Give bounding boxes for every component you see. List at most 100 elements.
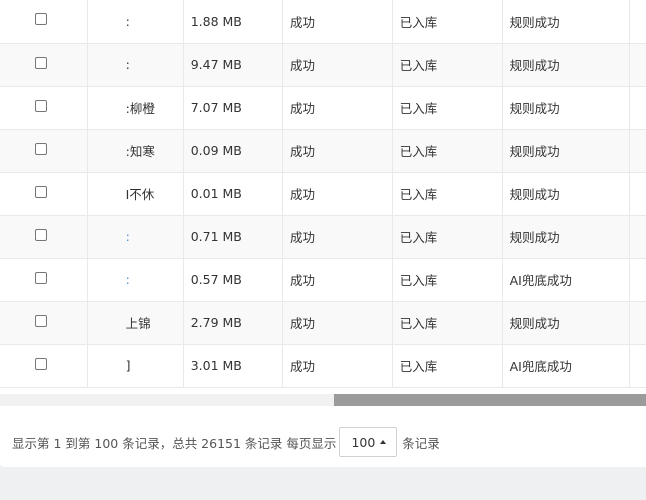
extra-cell <box>629 129 646 173</box>
table-row: : 9.47 MB 成功 已入库 规则成功 <box>0 43 646 87</box>
extra-cell <box>629 0 646 44</box>
file-name: : <box>125 57 130 72</box>
extra-cell <box>629 172 646 216</box>
row-checkbox[interactable] <box>35 357 47 370</box>
rule-cell: AI兜底成功 <box>502 344 631 388</box>
status-cell: 成功 <box>282 172 393 216</box>
rule-cell: 规则成功 <box>502 43 631 87</box>
rule-cell: 规则成功 <box>502 172 631 216</box>
page-size-value: 100 <box>351 434 376 450</box>
file-name: :柳橙 <box>125 101 155 116</box>
row-checkbox[interactable] <box>35 185 47 198</box>
records-table: : 1.88 MB 成功 已入库 规则成功 : 9.47 MB 成功 已入库 规… <box>0 0 646 388</box>
storage-cell: 已入库 <box>392 301 503 345</box>
file-name: : <box>125 13 130 29</box>
name-cell: ] <box>87 344 184 388</box>
storage-cell: 已入库 <box>392 172 503 216</box>
name-cell: 上锦 <box>87 301 184 345</box>
name-cell: : <box>87 43 184 87</box>
name-cell: : <box>87 0 184 44</box>
storage-cell: 已入库 <box>392 215 503 259</box>
row-checkbox[interactable] <box>35 56 47 69</box>
row-checkbox[interactable] <box>35 99 47 112</box>
file-name: : <box>125 229 130 244</box>
storage-cell: 已入库 <box>392 344 503 388</box>
storage-cell: 已入库 <box>392 86 503 130</box>
file-name: ] <box>125 358 131 373</box>
row-checkbox[interactable] <box>35 271 47 284</box>
row-checkbox-cell <box>0 86 88 130</box>
row-checkbox-cell <box>0 129 88 173</box>
status-cell: 成功 <box>282 43 393 87</box>
row-checkbox-cell <box>0 344 88 388</box>
size-cell: 9.47 MB <box>183 43 283 87</box>
extra-cell <box>629 215 646 259</box>
name-cell: : <box>87 215 184 259</box>
per-page-suffix: 条记录 <box>402 435 440 451</box>
row-checkbox[interactable] <box>35 228 47 241</box>
table-row: I不休 0.01 MB 成功 已入库 规则成功 <box>0 172 646 216</box>
scrollbar-thumb[interactable] <box>334 394 646 406</box>
status-cell: 成功 <box>282 344 393 388</box>
page-size-dropdown[interactable]: 100 <box>339 427 398 457</box>
status-cell: 成功 <box>282 215 393 259</box>
file-name: :知寒 <box>125 144 155 159</box>
status-cell: 成功 <box>282 86 393 130</box>
row-checkbox-cell <box>0 0 88 44</box>
rule-cell: 规则成功 <box>502 129 631 173</box>
table-row: 上锦 2.79 MB 成功 已入库 规则成功 <box>0 301 646 345</box>
pagination-bar: 显示第 1 到第 100 条记录，总共 26151 条记录 每页显示 100 条… <box>12 427 440 457</box>
rule-cell: 规则成功 <box>502 86 631 130</box>
per-page-label: 每页显示 <box>286 435 337 451</box>
size-cell: 7.07 MB <box>183 86 283 130</box>
file-name: : <box>125 272 130 287</box>
extra-cell <box>629 344 646 388</box>
status-cell: 成功 <box>282 301 393 345</box>
size-cell: 0.57 MB <box>183 258 283 302</box>
extra-cell <box>629 258 646 302</box>
rule-cell: 规则成功 <box>502 215 631 259</box>
status-cell: 成功 <box>282 0 393 44</box>
table-row: ] 3.01 MB 成功 已入库 AI兜底成功 <box>0 344 646 388</box>
table-row: : 1.88 MB 成功 已入库 规则成功 <box>0 0 646 44</box>
name-cell: I不休 <box>87 172 184 216</box>
status-cell: 成功 <box>282 129 393 173</box>
caret-up-icon <box>380 440 387 444</box>
name-cell: :知寒 <box>87 129 184 173</box>
storage-cell: 已入库 <box>392 258 503 302</box>
row-checkbox-cell <box>0 258 88 302</box>
status-cell: 成功 <box>282 258 393 302</box>
size-cell: 2.79 MB <box>183 301 283 345</box>
rule-cell: 规则成功 <box>502 301 631 345</box>
file-name: 上锦 <box>125 316 151 331</box>
pagination-summary: 显示第 1 到第 100 条记录，总共 26151 条记录 <box>12 435 283 451</box>
size-cell: 0.09 MB <box>183 129 283 173</box>
row-checkbox-cell <box>0 215 88 259</box>
extra-cell <box>629 301 646 345</box>
row-checkbox[interactable] <box>35 142 47 155</box>
size-cell: 0.71 MB <box>183 215 283 259</box>
storage-cell: 已入库 <box>392 129 503 173</box>
size-cell: 3.01 MB <box>183 344 283 388</box>
size-cell: 1.88 MB <box>183 0 283 44</box>
file-name: I不休 <box>125 187 155 202</box>
row-checkbox-cell <box>0 43 88 87</box>
rule-cell: AI兜底成功 <box>502 258 631 302</box>
table-row: : 0.57 MB 成功 已入库 AI兜底成功 <box>0 258 646 302</box>
row-checkbox[interactable] <box>35 13 47 26</box>
table-row: :知寒 0.09 MB 成功 已入库 规则成功 <box>0 129 646 173</box>
name-cell: : <box>87 258 184 302</box>
table-row: : 0.71 MB 成功 已入库 规则成功 <box>0 215 646 259</box>
row-checkbox-cell <box>0 172 88 216</box>
table-scroll-area[interactable]: : 1.88 MB 成功 已入库 规则成功 : 9.47 MB 成功 已入库 规… <box>0 0 646 394</box>
extra-cell <box>629 43 646 87</box>
size-cell: 0.01 MB <box>183 172 283 216</box>
table-panel: : 1.88 MB 成功 已入库 规则成功 : 9.47 MB 成功 已入库 规… <box>0 0 646 467</box>
table-row: :柳橙 7.07 MB 成功 已入库 规则成功 <box>0 86 646 130</box>
storage-cell: 已入库 <box>392 43 503 87</box>
horizontal-scrollbar[interactable] <box>0 394 646 406</box>
storage-cell: 已入库 <box>392 0 503 44</box>
extra-cell <box>629 86 646 130</box>
row-checkbox[interactable] <box>35 314 47 327</box>
rule-cell: 规则成功 <box>502 0 631 44</box>
